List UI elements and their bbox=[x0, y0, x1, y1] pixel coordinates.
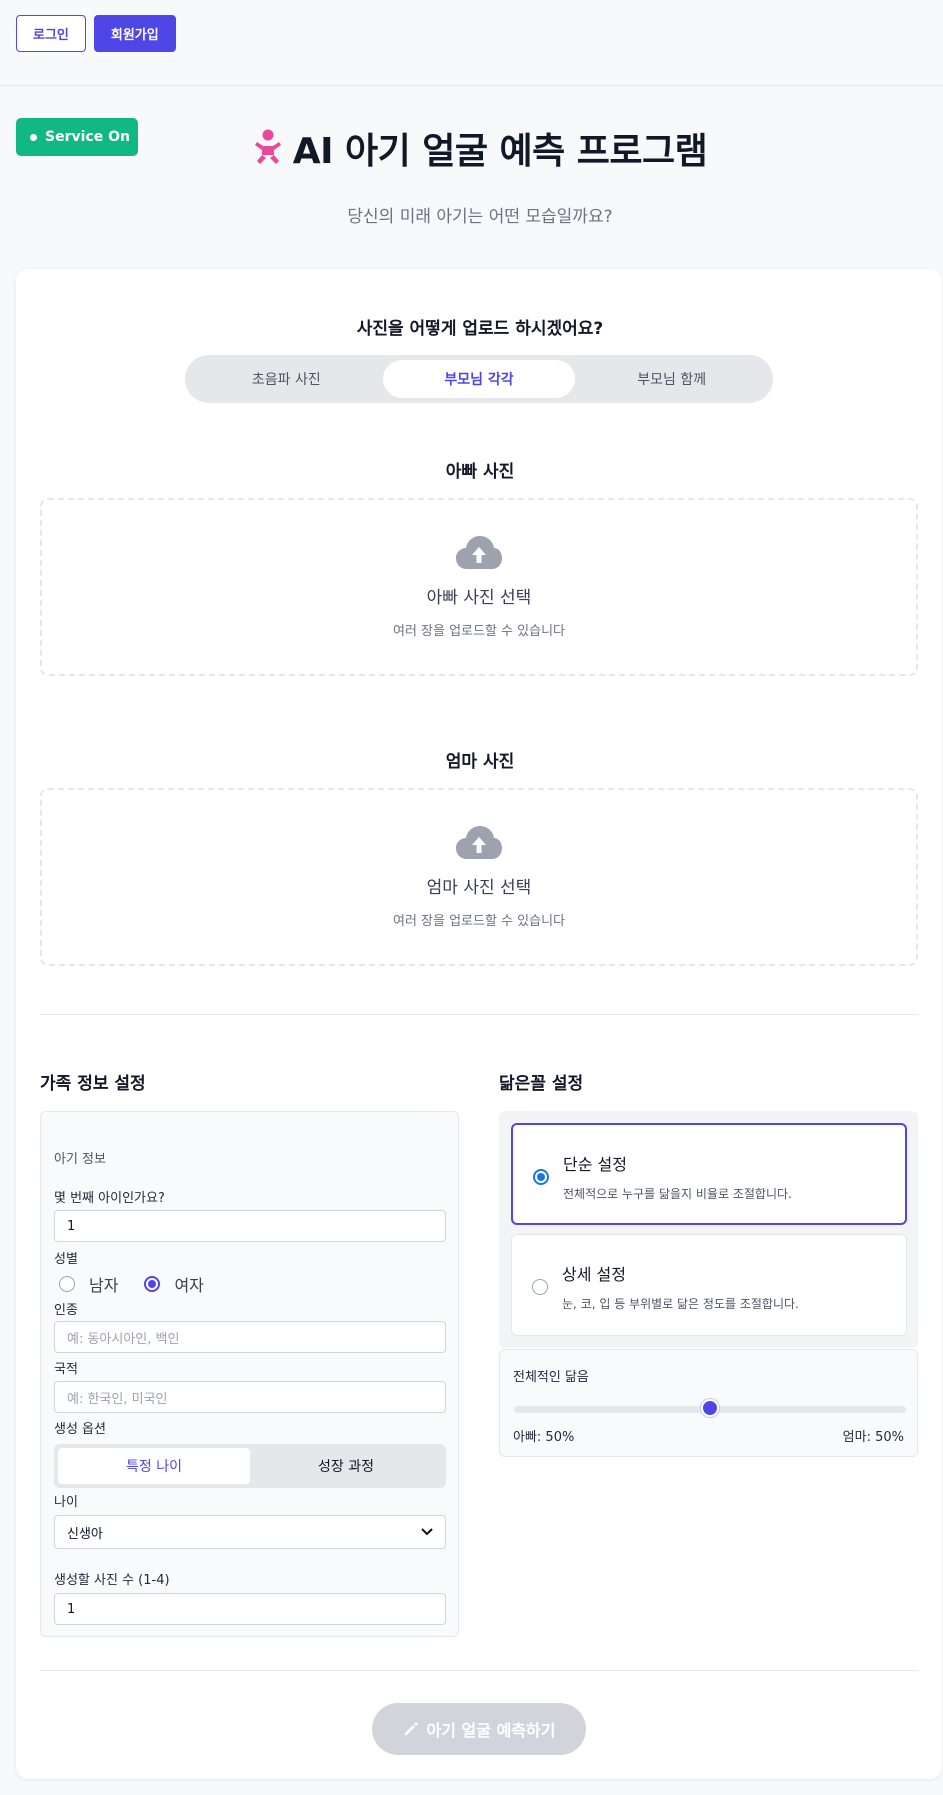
cloud-upload-icon bbox=[456, 536, 502, 569]
father-ratio-label: 아빠: 50% bbox=[513, 1430, 575, 1445]
detailed-setting-radio[interactable] bbox=[532, 1279, 548, 1295]
age-select-value: 신생아 bbox=[67, 1526, 103, 1542]
page-subtitle: 당신의 미래 아기는 어떤 모습일까요? bbox=[347, 207, 613, 227]
photo-count-input[interactable]: 1 bbox=[54, 1593, 446, 1625]
father-photo-heading: 아빠 사진 bbox=[445, 462, 515, 482]
predict-button[interactable]: 아기 얼굴 예측하기 bbox=[372, 1703, 586, 1755]
child-order-label: 몇 번째 아이인가요? bbox=[54, 1191, 165, 1206]
tab-growth-process[interactable]: 성장 과정 bbox=[250, 1448, 442, 1484]
page-header: AI 아기 얼굴 예측 프로그램 bbox=[0, 122, 943, 174]
pencil-icon bbox=[404, 1722, 418, 1735]
father-dropzone-title: 아빠 사진 선택 bbox=[426, 588, 532, 608]
similarity-options-panel: 단순 설정 전체적으로 누구를 닮을지 비율로 조절합니다. 상세 설정 눈, … bbox=[499, 1111, 918, 1348]
resemblance-label: 전체적인 닮음 bbox=[513, 1370, 589, 1385]
mother-dropzone[interactable]: 엄마 사진 선택 여러 장을 업로드할 수 있습니다 bbox=[40, 788, 918, 966]
signup-button[interactable]: 회원가입 bbox=[93, 15, 176, 52]
chevron-down-icon bbox=[421, 1528, 433, 1536]
child-order-input[interactable]: 1 bbox=[54, 1210, 446, 1242]
detailed-setting-title: 상세 설정 bbox=[562, 1265, 626, 1284]
tab-ultrasound[interactable]: 초음파 사진 bbox=[190, 360, 383, 398]
mother-dropzone-title: 엄마 사진 선택 bbox=[426, 878, 532, 898]
section-divider bbox=[40, 1014, 918, 1015]
simple-setting-desc: 전체적으로 누구를 닮을지 비율로 조절합니다. bbox=[563, 1187, 792, 1201]
gender-male-radio[interactable] bbox=[59, 1276, 75, 1292]
nationality-label: 국적 bbox=[54, 1362, 78, 1377]
upload-mode-tabs: 초음파 사진 부모님 각각 부모님 함께 bbox=[185, 355, 773, 403]
family-settings-panel: 아기 정보 몇 번째 아이인가요? 1 성별 남자 여자 인종 예: 동아시아인… bbox=[40, 1111, 459, 1637]
gender-label: 성별 bbox=[54, 1252, 78, 1267]
photo-count-label: 생성할 사진 수 (1-4) bbox=[54, 1573, 170, 1588]
detailed-setting-desc: 눈, 코, 입 등 부위별로 닮은 정도를 조절합니다. bbox=[562, 1297, 799, 1311]
gender-female-label: 여자 bbox=[174, 1276, 204, 1295]
top-bar: 로그인 회원가입 bbox=[0, 0, 943, 86]
father-dropzone[interactable]: 아빠 사진 선택 여러 장을 업로드할 수 있습니다 bbox=[40, 498, 918, 676]
footer-divider bbox=[40, 1670, 918, 1671]
cloud-upload-icon bbox=[456, 826, 502, 859]
ethnicity-input[interactable]: 예: 동아시아인, 백인 bbox=[54, 1321, 446, 1353]
ethnicity-label: 인종 bbox=[54, 1303, 78, 1318]
similarity-settings-heading: 닮은꼴 설정 bbox=[499, 1074, 584, 1094]
detailed-setting-option[interactable]: 상세 설정 눈, 코, 입 등 부위별로 닮은 정도를 조절합니다. bbox=[511, 1234, 907, 1336]
gender-male-label: 남자 bbox=[89, 1276, 119, 1295]
resemblance-slider-panel: 전체적인 닮음 아빠: 50% 엄마: 50% bbox=[499, 1349, 918, 1457]
mother-ratio-label: 엄마: 50% bbox=[842, 1430, 904, 1445]
gender-female-radio[interactable] bbox=[144, 1276, 161, 1292]
simple-setting-radio[interactable] bbox=[533, 1169, 549, 1185]
predict-button-label: 아기 얼굴 예측하기 bbox=[426, 1721, 556, 1740]
baby-icon bbox=[254, 129, 281, 164]
generation-option-tabs: 특정 나이 성장 과정 bbox=[54, 1444, 446, 1488]
login-button[interactable]: 로그인 bbox=[16, 15, 86, 52]
baby-info-label: 아기 정보 bbox=[54, 1152, 106, 1167]
gender-radio-group: 남자 여자 bbox=[59, 1272, 204, 1296]
tab-specific-age[interactable]: 특정 나이 bbox=[58, 1448, 250, 1484]
upload-question: 사진을 어떻게 업로드 하시겠어요? bbox=[356, 319, 604, 339]
tab-parents-together[interactable]: 부모님 함께 bbox=[575, 360, 768, 398]
nationality-input[interactable]: 예: 한국인, 미국인 bbox=[54, 1381, 446, 1413]
age-label: 나이 bbox=[54, 1495, 78, 1510]
mother-photo-heading: 엄마 사진 bbox=[445, 752, 515, 772]
tab-parents-separate[interactable]: 부모님 각각 bbox=[382, 360, 576, 398]
mother-dropzone-hint: 여러 장을 업로드할 수 있습니다 bbox=[392, 914, 565, 929]
age-select[interactable]: 신생아 bbox=[54, 1515, 446, 1549]
resemblance-slider-handle[interactable] bbox=[701, 1399, 719, 1417]
family-settings-heading: 가족 정보 설정 bbox=[40, 1074, 146, 1094]
page-title: AI 아기 얼굴 예측 프로그램 bbox=[292, 131, 708, 172]
simple-setting-title: 단순 설정 bbox=[563, 1155, 627, 1174]
generation-option-label: 생성 옵션 bbox=[54, 1422, 106, 1437]
simple-setting-option[interactable]: 단순 설정 전체적으로 누구를 닮을지 비율로 조절합니다. bbox=[511, 1123, 907, 1225]
father-dropzone-hint: 여러 장을 업로드할 수 있습니다 bbox=[392, 624, 565, 639]
